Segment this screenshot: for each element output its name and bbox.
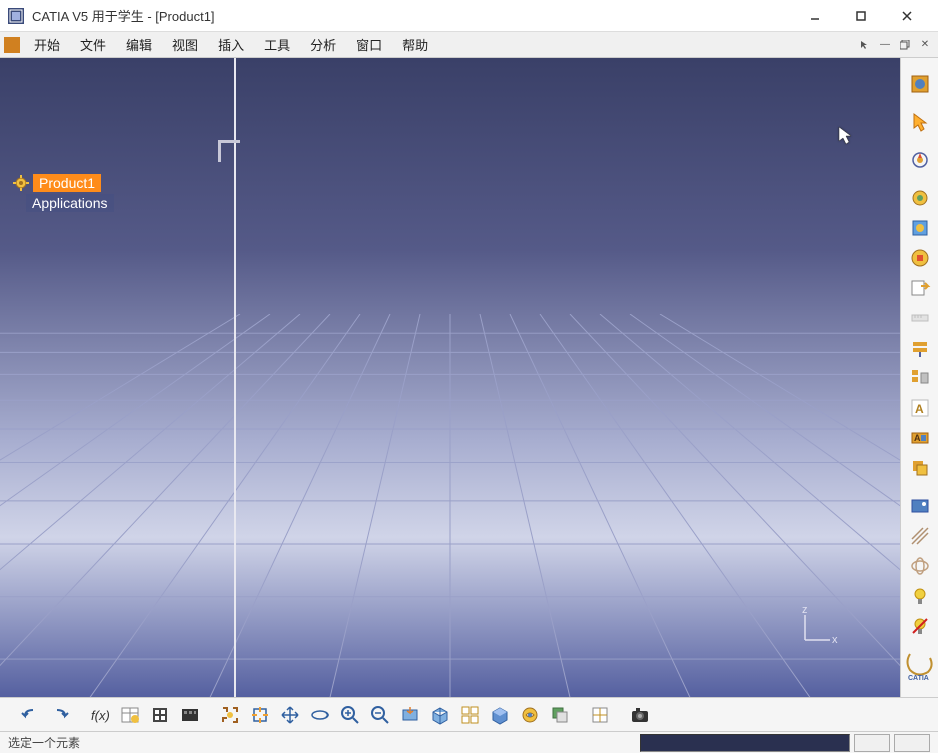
flatten-icon[interactable] xyxy=(905,334,935,362)
mdi-cursor-icon[interactable] xyxy=(856,37,874,53)
properties-icon[interactable] xyxy=(905,214,935,242)
shading-icon[interactable] xyxy=(486,701,514,729)
coord-icon[interactable] xyxy=(586,701,614,729)
minimize-button[interactable] xyxy=(792,0,838,32)
scenes-icon[interactable] xyxy=(176,701,204,729)
close-button[interactable] xyxy=(884,0,930,32)
menu-start[interactable]: 开始 xyxy=(24,33,70,56)
no-light-icon[interactable] xyxy=(905,612,935,640)
axis-z-label: z xyxy=(802,604,808,616)
menu-analyze[interactable]: 分析 xyxy=(300,33,346,56)
hatch-icon[interactable] xyxy=(905,522,935,550)
render-icon[interactable] xyxy=(905,492,935,520)
svg-text:A: A xyxy=(914,433,921,443)
camera-icon[interactable] xyxy=(626,701,654,729)
undo-icon[interactable] xyxy=(16,701,44,729)
menu-start-icon xyxy=(4,37,20,53)
tree-icon[interactable] xyxy=(905,364,935,392)
mdi-close-button[interactable]: ✕ xyxy=(916,37,934,53)
menu-insert[interactable]: 插入 xyxy=(208,33,254,56)
product-gear-icon xyxy=(12,174,30,192)
tree-product-label: Product1 xyxy=(33,174,101,192)
export-icon[interactable] xyxy=(905,274,935,302)
titlebar: CATIA V5 用于学生 - [Product1] xyxy=(0,0,938,32)
axis-indicator[interactable]: x z xyxy=(800,607,840,647)
mdi-controls: — ✕ xyxy=(856,37,934,53)
light-icon[interactable] xyxy=(905,582,935,610)
workbench-icon[interactable] xyxy=(905,70,935,98)
status-prompt: 选定一个元素 xyxy=(8,734,632,751)
window-controls xyxy=(792,0,930,32)
iso-view-icon[interactable] xyxy=(426,701,454,729)
maximize-button[interactable] xyxy=(838,0,884,32)
main-area: Product1 Applications x z xyxy=(0,58,938,697)
compass-icon[interactable] xyxy=(905,146,935,174)
catia-logo: CATIA xyxy=(904,648,936,693)
zoom-in-icon[interactable] xyxy=(336,701,364,729)
measure-icon[interactable] xyxy=(905,304,935,332)
select-arrow-icon[interactable] xyxy=(905,108,935,136)
menubar: 开始 文件 编辑 视图 插入 工具 分析 窗口 帮助 — ✕ xyxy=(0,32,938,58)
mdi-minimize-button[interactable]: — xyxy=(876,37,894,53)
tree-applications-label: Applications xyxy=(26,194,114,212)
top-left-bracket xyxy=(218,140,240,162)
floor-grid xyxy=(0,314,900,697)
specification-tree[interactable]: Product1 Applications xyxy=(12,174,114,214)
multi-view-icon[interactable] xyxy=(456,701,484,729)
mdi-restore-button[interactable] xyxy=(896,37,914,53)
fit-icon[interactable] xyxy=(246,701,274,729)
status-box-1[interactable] xyxy=(854,734,890,752)
stack-icon[interactable] xyxy=(905,454,935,482)
status-input-field[interactable] xyxy=(640,734,850,752)
feature-icon[interactable] xyxy=(905,244,935,272)
window-title: CATIA V5 用于学生 - [Product1] xyxy=(32,6,792,25)
app-window: CATIA V5 用于学生 - [Product1] 开始 文件 编辑 视图 插… xyxy=(0,0,938,753)
menu-view[interactable]: 视图 xyxy=(162,33,208,56)
knowledge-icon[interactable] xyxy=(905,184,935,212)
menu-file[interactable]: 文件 xyxy=(70,33,116,56)
status-box-2[interactable] xyxy=(894,734,930,752)
menu-window[interactable]: 窗口 xyxy=(346,33,392,56)
swap-visible-icon[interactable] xyxy=(546,701,574,729)
redo-icon[interactable] xyxy=(46,701,74,729)
svg-text:f(x): f(x) xyxy=(91,708,110,723)
svg-text:CATIA: CATIA xyxy=(908,675,929,682)
menu-help[interactable]: 帮助 xyxy=(392,33,438,56)
viewport[interactable]: Product1 Applications x z xyxy=(0,58,900,697)
rotate-icon[interactable] xyxy=(306,701,334,729)
menu-tools[interactable]: 工具 xyxy=(254,33,300,56)
tree-applications-node[interactable]: Applications xyxy=(26,194,114,212)
formula-icon[interactable]: f(x) xyxy=(86,701,114,729)
svg-text:A: A xyxy=(915,402,924,416)
right-toolbar: A A CATIA xyxy=(900,58,938,697)
tree-product-node[interactable]: Product1 xyxy=(12,174,114,192)
view-wire-icon[interactable] xyxy=(905,552,935,580)
app-icon xyxy=(8,8,24,24)
axis-x-label: x xyxy=(832,634,838,646)
capture-icon[interactable] xyxy=(216,701,244,729)
statusbar: 选定一个元素 xyxy=(0,731,938,753)
text-icon[interactable]: A xyxy=(905,394,935,422)
advanced-icon[interactable]: A xyxy=(905,424,935,452)
pan-icon[interactable] xyxy=(276,701,304,729)
hide-show-icon[interactable] xyxy=(516,701,544,729)
zoom-out-icon[interactable] xyxy=(366,701,394,729)
normal-view-icon[interactable] xyxy=(396,701,424,729)
menu-edit[interactable]: 编辑 xyxy=(116,33,162,56)
bottom-toolbar: f(x) xyxy=(0,697,938,731)
knowledge-advisor-icon[interactable] xyxy=(146,701,174,729)
design-table-icon[interactable] xyxy=(116,701,144,729)
cursor-icon xyxy=(838,126,854,151)
